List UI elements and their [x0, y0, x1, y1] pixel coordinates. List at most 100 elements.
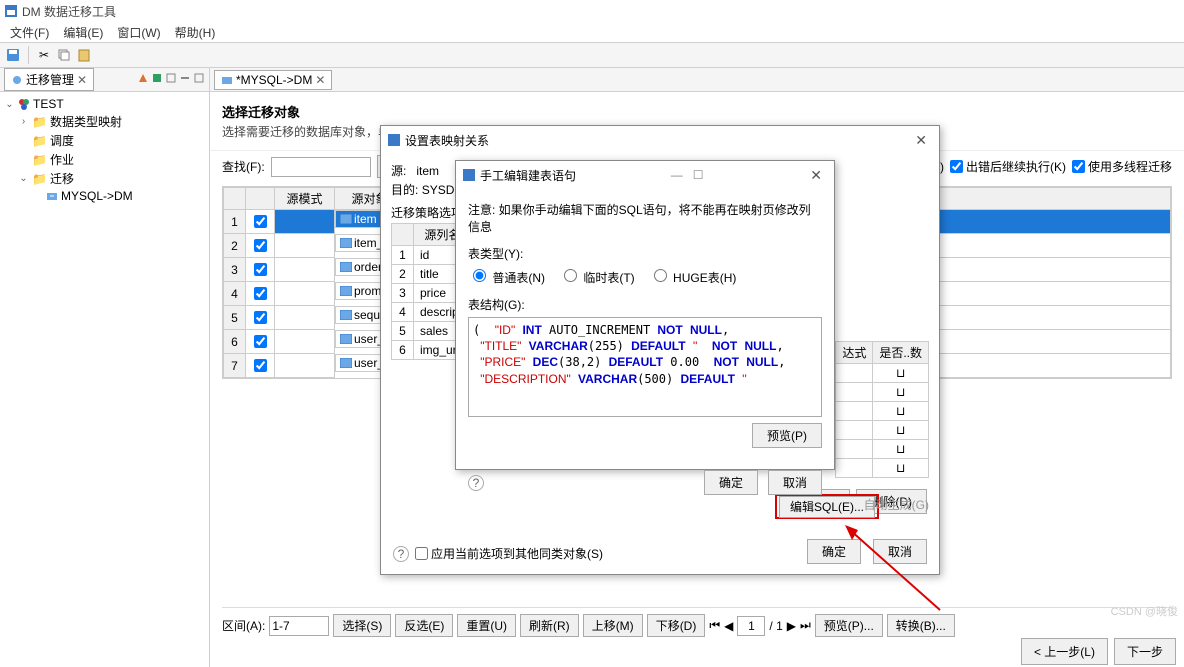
find-label: 查找(F): [222, 158, 265, 175]
radio-temp[interactable]: 临时表(T) [559, 266, 635, 286]
invert-button[interactable]: 反选(E) [395, 614, 453, 637]
expand-icon[interactable]: › [18, 116, 29, 127]
movedown-button[interactable]: 下移(D) [647, 614, 706, 637]
apply-to-others[interactable]: 应用当前选项到其他同类对象(S) [415, 545, 603, 562]
window-titlebar: DM 数据迁移工具 [0, 0, 1184, 22]
next-step-button[interactable]: 下一步 [1114, 638, 1176, 665]
sidebar-action-icon2[interactable] [151, 72, 163, 87]
tree-migration[interactable]: ⌄📁迁移 [4, 169, 205, 188]
ok-button[interactable]: 确定 [807, 539, 861, 564]
dst-label: 目的: [391, 183, 418, 197]
warning-note: 注意: 如果你手动编辑下面的SQL语句，将不能再在映射页修改列信息 [468, 201, 822, 235]
src-value: item [416, 164, 439, 178]
extra-columns: 达式是否..数 ⊔ ⊔ ⊔ ⊔ ⊔ ⊔ [835, 341, 929, 478]
find-input[interactable] [271, 157, 371, 177]
dialog-title: 手工编辑建表语句 [480, 167, 576, 184]
tree-jobs[interactable]: 📁作业 [4, 150, 205, 169]
folder-icon: 📁 [32, 153, 47, 167]
prev-step-button[interactable]: < 上一步(L) [1021, 638, 1108, 665]
dialog-icon [462, 168, 476, 182]
help-icon[interactable]: ? [393, 546, 409, 562]
project-icon [18, 98, 30, 110]
toolbar-paste-icon[interactable] [75, 46, 93, 64]
tree-root[interactable]: ⌄TEST [4, 96, 205, 112]
dialog-edit-sql: 手工编辑建表语句 — ☐ ✕ 注意: 如果你手动编辑下面的SQL语句，将不能再在… [455, 160, 835, 470]
preview-button[interactable]: 预览(P) [752, 423, 822, 448]
footer-controls: 区间(A): 选择(S) 反选(E) 重置(U) 刷新(R) 上移(M) 下移(… [222, 607, 1172, 637]
menu-file[interactable]: 文件(F) [4, 24, 55, 41]
col-checkbox [224, 188, 246, 210]
menu-edit[interactable]: 编辑(E) [57, 24, 109, 41]
menu-help[interactable]: 帮助(H) [169, 24, 222, 41]
chk-continue-on-error[interactable]: 出错后继续执行(K) [950, 158, 1066, 175]
sidebar-action-icon5[interactable] [193, 72, 205, 87]
expr-header: 达式 [836, 342, 873, 364]
page-total: / 1 [769, 619, 782, 633]
moveup-button[interactable]: 上移(M) [583, 614, 643, 637]
toolbar-cut-icon[interactable]: ✂ [35, 46, 53, 64]
select-button[interactable]: 选择(S) [333, 614, 391, 637]
app-icon [4, 4, 18, 18]
close-icon[interactable]: ✕ [315, 73, 325, 87]
folder-icon: 📁 [32, 115, 47, 129]
col-src-schema[interactable]: 源模式 [275, 188, 335, 210]
sidebar-action-icon4[interactable] [179, 72, 191, 87]
cancel-button[interactable]: 取消 [873, 539, 927, 564]
sidebar-action-icon1[interactable] [137, 72, 149, 87]
sidebar-tabbar: 迁移管理 ✕ [0, 68, 209, 92]
tree-schedule[interactable]: 📁调度 [4, 131, 205, 150]
toolbar-copy-icon[interactable] [55, 46, 73, 64]
nav-last-icon[interactable]: ⏭ [800, 618, 811, 633]
tree-label: 调度 [50, 132, 74, 149]
tree-label: 迁移 [50, 170, 74, 187]
src-label: 源: [391, 164, 406, 178]
sidebar-tab-migration[interactable]: 迁移管理 ✕ [4, 68, 94, 91]
radio-normal[interactable]: 普通表(N) [468, 266, 545, 286]
watermark: CSDN @晓俊 [1111, 603, 1178, 619]
col-check [246, 188, 275, 210]
tree-migration-item[interactable]: MYSQL->DM [4, 188, 205, 204]
dialog-title: 设置表映射关系 [405, 132, 489, 149]
close-icon[interactable]: ✕ [909, 132, 933, 149]
chk-multithread[interactable]: 使用多线程迁移 [1072, 158, 1172, 175]
menubar: 文件(F) 编辑(E) 窗口(W) 帮助(H) [0, 22, 1184, 42]
radio-huge[interactable]: HUGE表(H) [649, 266, 737, 286]
toolbar-save-icon[interactable] [4, 46, 22, 64]
ok-button[interactable]: 确定 [704, 470, 758, 495]
content-tabbar: *MYSQL->DM ✕ [210, 68, 1184, 92]
help-icon[interactable]: ? [468, 475, 484, 491]
tree-datatype[interactable]: ›📁数据类型映射 [4, 112, 205, 131]
preview-button[interactable]: 预览(P)... [815, 614, 883, 637]
autogen-button[interactable]: 自动生成(G) [858, 493, 935, 516]
cancel-button[interactable]: 取消 [768, 470, 822, 495]
collapse-icon[interactable]: ⌄ [18, 173, 29, 184]
content-tab-active[interactable]: *MYSQL->DM ✕ [214, 70, 332, 90]
range-input[interactable] [269, 616, 329, 636]
dialog-titlebar[interactable]: 手工编辑建表语句 — ☐ ✕ [456, 161, 834, 189]
migration-tree: ⌄TEST ›📁数据类型映射 📁调度 📁作业 ⌄📁迁移 MYSQL->DM [0, 92, 209, 667]
collapse-icon[interactable]: ⌄ [4, 99, 15, 110]
nav-prev-icon[interactable]: ◀ [724, 619, 733, 633]
page-input[interactable] [737, 616, 765, 636]
sidebar-tab-label: 迁移管理 [26, 71, 74, 88]
content-tab-label: *MYSQL->DM [236, 73, 312, 87]
refresh-button[interactable]: 刷新(R) [520, 614, 579, 637]
nav-next-icon[interactable]: ▶ [787, 619, 796, 633]
dialog-titlebar[interactable]: 设置表映射关系 ✕ [381, 126, 939, 154]
folder-icon: 📁 [32, 134, 47, 148]
page-title: 选择迁移对象 [222, 102, 1172, 121]
sql-editor[interactable]: ( "ID" INT AUTO_INCREMENT NOT NULL, "TIT… [468, 317, 822, 417]
minimize-icon[interactable]: — [671, 168, 683, 182]
close-icon[interactable]: ✕ [804, 167, 828, 184]
structure-label: 表结构(G): [468, 296, 822, 313]
convert-button[interactable]: 转换(B)... [887, 614, 955, 637]
range-label: 区间(A): [222, 617, 265, 634]
maximize-icon[interactable]: ☐ [687, 168, 710, 182]
close-icon[interactable]: ✕ [77, 73, 87, 87]
reset-button[interactable]: 重置(U) [457, 614, 516, 637]
app-title: DM 数据迁移工具 [22, 3, 116, 20]
sidebar-action-icon3[interactable] [165, 72, 177, 87]
tree-label: 数据类型映射 [50, 113, 122, 130]
menu-window[interactable]: 窗口(W) [111, 24, 166, 41]
nav-first-icon[interactable]: ⏮ [709, 618, 720, 633]
